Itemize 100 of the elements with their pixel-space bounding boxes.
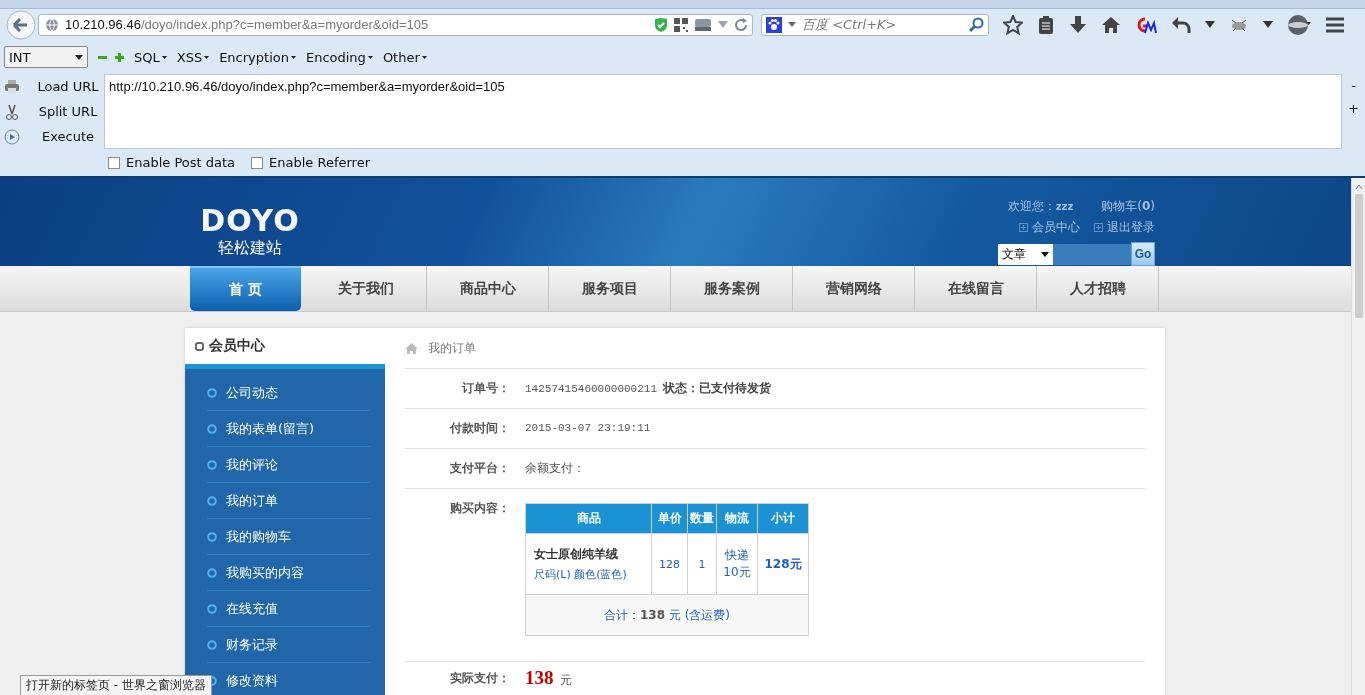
search-field[interactable]: 百度 <Ctrl+K>	[761, 13, 989, 36]
qr-code-icon	[674, 17, 688, 32]
scissors-icon	[4, 103, 20, 120]
status-tooltip: 打开新的标签页 - 世界之窗浏览器	[20, 675, 212, 695]
caret-icon	[75, 54, 83, 60]
drive-icon	[694, 17, 712, 32]
home-icon[interactable]	[1101, 15, 1121, 34]
action-link[interactable]: Load URL	[32, 79, 104, 94]
nav-tab[interactable]: 营销网络	[793, 266, 915, 311]
play-icon	[4, 128, 20, 145]
sidebar-item[interactable]: 修改资料	[226, 672, 278, 690]
menu-icon[interactable]	[1325, 15, 1345, 34]
paw-icon	[766, 16, 782, 33]
sidebar-item[interactable]: 我的订单	[226, 492, 278, 510]
caret-icon	[204, 55, 210, 59]
field-value: 余额支付：	[525, 461, 585, 475]
checkbox-label: Enable Referrer	[269, 155, 370, 170]
reading-list-icon[interactable]	[1037, 14, 1055, 35]
ring-icon	[207, 568, 217, 578]
nav-tab[interactable]: 在线留言	[915, 266, 1037, 311]
ring-icon	[207, 640, 217, 650]
search-icon[interactable]	[968, 16, 984, 33]
dropdown-icon[interactable]	[788, 21, 796, 28]
cart-link[interactable]: 购物车(0)	[1101, 198, 1155, 215]
plus-box-icon	[1019, 223, 1028, 232]
caret-icon	[367, 55, 373, 59]
reload-icon[interactable]	[734, 17, 748, 32]
ring-icon	[207, 424, 217, 434]
logo[interactable]: DOYO	[200, 206, 300, 236]
field-label: 订单号：	[460, 380, 510, 397]
field-label: 购买内容：	[449, 500, 510, 517]
menu-button[interactable]: Encryption	[219, 49, 296, 65]
column-header: 商品	[525, 503, 652, 534]
action-link[interactable]: Split URL	[32, 104, 104, 119]
caret-icon	[421, 55, 427, 59]
checkbox[interactable]	[251, 156, 264, 169]
logo-tagline: 轻松建站	[218, 238, 282, 259]
dropdown-icon[interactable]	[1205, 20, 1215, 29]
nav-tab[interactable]: 商品中心	[427, 266, 549, 311]
paid-amount: 138	[525, 667, 554, 688]
back-button[interactable]	[6, 9, 36, 40]
dropdown-icon[interactable]	[1263, 20, 1273, 29]
welcome-text: 欢迎您：zzz	[1007, 198, 1074, 215]
menu-button[interactable]: XSS	[176, 49, 210, 65]
star-icon[interactable]	[1003, 14, 1023, 35]
action-link[interactable]: Execute	[32, 129, 104, 144]
nav-tab[interactable]: 关于我们	[305, 266, 427, 311]
plus-box-icon	[1094, 223, 1103, 232]
field-label: 付款时间：	[448, 420, 510, 437]
category-select[interactable]: 文章	[998, 243, 1053, 265]
nav-tab[interactable]: 服务案例	[671, 266, 793, 311]
go-button[interactable]: Go	[1131, 242, 1155, 266]
nav-tab[interactable]: 服务项目	[549, 266, 671, 311]
resize-button[interactable]: +	[1348, 101, 1359, 116]
field-label: 支付平台：	[449, 460, 510, 477]
field-value: 2015-03-07 23:19:11	[525, 422, 651, 434]
header-link[interactable]: 退出登录	[1107, 219, 1155, 236]
url-text: 10.210.96.46/doyo/index.php?c=member&a=myorder&oid=105	[65, 17, 429, 32]
download-icon[interactable]	[1069, 14, 1087, 35]
sidebar-item[interactable]: 我的表单(留言)	[226, 420, 315, 438]
printer-icon	[4, 78, 20, 95]
column-header: 数量	[687, 503, 717, 534]
table-cell: 128元	[757, 533, 809, 595]
ring-icon	[207, 460, 217, 470]
address-bar[interactable]: 10.210.96.46/doyo/index.php?c=member&a=myorder&oid=105	[38, 13, 753, 36]
caret-icon	[1041, 251, 1049, 257]
order-status: 状态：已支付待发货	[663, 381, 772, 395]
menu-button[interactable]: Encoding	[305, 49, 373, 65]
sidebar-item[interactable]: 我的购物车	[226, 528, 291, 546]
globe-icon[interactable]	[1287, 13, 1311, 36]
product-name[interactable]: 女士原创纯羊绒	[534, 546, 643, 563]
url-textarea[interactable]: http://10.210.96.46/doyo/index.php?c=member&a=myorder&oid=105	[104, 74, 1342, 149]
header-link[interactable]: 会员中心	[1032, 219, 1080, 236]
column-header: 物流	[716, 503, 758, 534]
undo-icon[interactable]	[1171, 15, 1191, 34]
table-cell: 快递 10元	[716, 533, 758, 595]
nav-tab[interactable]: 人才招聘	[1037, 266, 1159, 311]
nav-tab[interactable]: 首 页	[190, 266, 301, 311]
menu-button[interactable]: SQL	[134, 49, 167, 65]
resize-button[interactable]: -	[1351, 78, 1356, 93]
globe-icon	[45, 17, 59, 32]
ring-icon	[207, 604, 217, 614]
type-select[interactable]: INT	[4, 46, 88, 68]
table-cell: 128	[651, 533, 688, 595]
field-label: 实际支付：	[449, 669, 510, 687]
checkbox-label: Enable Post data	[126, 155, 236, 170]
sidebar-item[interactable]: 我的评论	[226, 456, 278, 474]
sidebar-title: 会员中心	[209, 337, 265, 355]
sidebar-item[interactable]: 在线充值	[226, 600, 278, 618]
sidebar-item[interactable]: 财务记录	[226, 636, 278, 654]
product-options: 尺码(L) 颜色(蓝色)	[534, 567, 643, 582]
caret-icon	[161, 55, 167, 59]
column-header: 单价	[651, 503, 688, 534]
menu-button[interactable]: Other	[382, 49, 427, 65]
sidebar-item[interactable]: 我购买的内容	[226, 564, 304, 582]
currency-unit: 元	[559, 673, 572, 687]
bullet-icon	[195, 341, 204, 351]
checkbox[interactable]	[108, 156, 120, 169]
search-field[interactable]	[1053, 243, 1131, 265]
sidebar-item[interactable]: 公司动态	[226, 384, 278, 402]
